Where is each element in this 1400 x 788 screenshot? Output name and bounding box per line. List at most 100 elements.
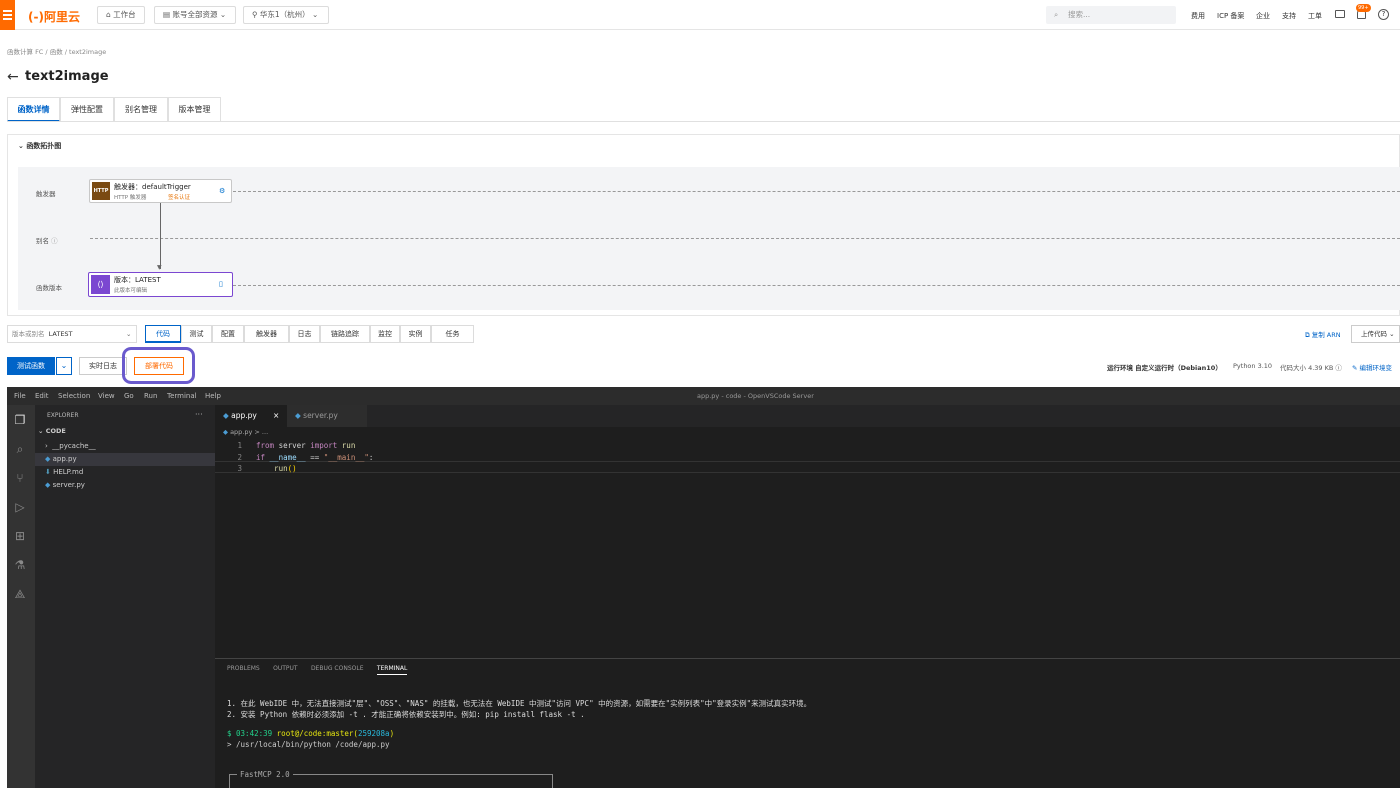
- upload-code-dropdown[interactable]: 上传代码 ⌄: [1351, 325, 1400, 343]
- trigger-row-label: 触发器: [36, 190, 56, 198]
- close-icon[interactable]: ×: [273, 405, 279, 427]
- test-function-button[interactable]: 测试函数: [7, 357, 55, 375]
- files-icon[interactable]: ❐: [13, 413, 27, 427]
- code-size: 代码大小 4.39 KB ⓘ: [1280, 364, 1342, 372]
- panel-tab-output[interactable]: OUTPUT: [273, 665, 297, 672]
- subtab-tracing[interactable]: 链路追踪: [320, 325, 370, 343]
- tab-elastic-config[interactable]: 弹性配置: [60, 97, 114, 122]
- file-help-md[interactable]: ⬇ HELP.md: [45, 468, 83, 476]
- info-icon: ⓘ: [51, 237, 58, 245]
- test-options-dropdown[interactable]: ⌄: [56, 357, 72, 375]
- menu-run[interactable]: Run: [144, 387, 157, 405]
- editor-tab-server-py[interactable]: ◆ server.py: [287, 405, 367, 427]
- realtime-log-button[interactable]: 实时日志: [79, 357, 127, 375]
- breadcrumb-functions[interactable]: 函数: [50, 48, 63, 56]
- billing-link[interactable]: 费用: [1191, 11, 1205, 21]
- subtab-log[interactable]: 日志: [289, 325, 320, 343]
- edit-icon: ✎: [1352, 364, 1360, 372]
- panel-tab-debug-console[interactable]: DEBUG CONSOLE: [311, 665, 364, 672]
- version-alias-select[interactable]: 版本或别名 LATEST ⌄: [7, 325, 137, 343]
- remote-icon[interactable]: ⟁: [13, 587, 27, 601]
- menu-terminal[interactable]: Terminal: [167, 387, 197, 405]
- menu-help[interactable]: Help: [205, 387, 221, 405]
- menu-selection[interactable]: Selection: [58, 387, 90, 405]
- subtab-instance[interactable]: 实例: [400, 325, 431, 343]
- search-icon[interactable]: ⌕: [13, 442, 27, 456]
- support-link[interactable]: 支持: [1282, 11, 1296, 21]
- editor-tab-app-py[interactable]: ◆ app.py ×: [215, 405, 287, 427]
- ide-window-title: app.py - code - OpenVSCode Server: [697, 392, 814, 400]
- file-server-py[interactable]: ◆ server.py: [45, 481, 85, 489]
- file-app-py[interactable]: ◆ app.py: [45, 455, 77, 463]
- hamburger-menu-button[interactable]: [0, 0, 15, 30]
- deploy-code-button[interactable]: 部署代码: [134, 357, 184, 375]
- version-node-title: 版本：LATEST: [114, 276, 161, 284]
- subtab-trigger[interactable]: 触发器: [244, 325, 289, 343]
- tab-alias-management[interactable]: 别名管理: [114, 97, 168, 122]
- panel-divider: [215, 658, 1400, 659]
- arrow-down-icon: ▼: [157, 264, 162, 271]
- breadcrumb-current: text2image: [69, 48, 107, 56]
- chevron-down-icon: ⌄: [1387, 330, 1395, 338]
- alias-row-label: 别名 ⓘ: [36, 237, 58, 245]
- edit-env-link[interactable]: ✎ 编辑环境变: [1352, 362, 1392, 372]
- menu-file[interactable]: File: [14, 387, 26, 405]
- help-icon[interactable]: ?: [1378, 9, 1389, 20]
- chevron-down-icon: ⌄: [217, 10, 227, 19]
- account-resources-dropdown[interactable]: ▤ 账号全部资源 ⌄: [154, 6, 236, 24]
- panel-tab-terminal[interactable]: TERMINAL: [376, 665, 408, 675]
- more-actions-icon[interactable]: ···: [195, 410, 203, 419]
- terminal-icon[interactable]: [1335, 10, 1345, 18]
- run-debug-icon[interactable]: ▷: [13, 500, 27, 514]
- activity-bar: ❐ ⌕ ⑂ ▷ ⊞ ⚗ ⟁: [7, 405, 35, 788]
- notification-badge: 99+: [1356, 4, 1371, 12]
- global-search-input[interactable]: ⌕ 搜索...: [1046, 6, 1176, 24]
- terminal-note-1: 1. 在此 WebIDE 中，无法直接测试"层"、"OSS"、"NAS" 的挂载…: [227, 699, 812, 708]
- explorer-sidebar: EXPLORER ··· ⌄ CODE › __pycache__ ◆ app.…: [35, 405, 215, 788]
- copy-arn-link[interactable]: ⧉ 复制 ARN: [1305, 329, 1341, 340]
- trigger-auth-status: 签名认证: [168, 195, 191, 201]
- document-icon[interactable]: ▯: [219, 280, 223, 288]
- subtab-code[interactable]: 代码: [145, 325, 181, 343]
- current-line-highlight: [215, 461, 1400, 473]
- subtab-test[interactable]: 测试: [181, 325, 212, 343]
- tab-version-management[interactable]: 版本管理: [168, 97, 221, 122]
- editor-breadcrumb: ◆ app.py > ...: [223, 428, 269, 436]
- panel-tab-problems[interactable]: PROBLEMS: [227, 665, 260, 672]
- folder-code[interactable]: ⌄ CODE: [38, 427, 66, 435]
- menu-edit[interactable]: Edit: [35, 387, 49, 405]
- breadcrumb-fc[interactable]: 函数计算 FC: [7, 48, 43, 56]
- runtime-info: 运行环境 自定义运行时（Debian10）: [1107, 364, 1222, 372]
- explorer-title: EXPLORER: [47, 412, 79, 419]
- subtab-config[interactable]: 配置: [212, 325, 244, 343]
- settings-icon[interactable]: ⚙: [219, 187, 225, 195]
- tab-function-details[interactable]: 函数详情: [7, 97, 60, 122]
- region-dropdown[interactable]: ⚲ 华东1（杭州） ⌄: [243, 6, 329, 24]
- source-control-icon[interactable]: ⑂: [13, 471, 27, 485]
- file-pycache[interactable]: › __pycache__: [45, 442, 96, 450]
- menu-go[interactable]: Go: [124, 387, 134, 405]
- code-icon: ⟨⟩: [91, 275, 110, 294]
- fastmcp-banner-title: FastMCP 2.0: [237, 770, 293, 779]
- line-numbers: 1 2 3: [237, 441, 242, 473]
- python-file-icon: ◆: [223, 411, 232, 420]
- breadcrumb: 函数计算 FC / 函数 / text2image: [7, 48, 107, 56]
- subtab-monitor[interactable]: 监控: [370, 325, 400, 343]
- trigger-row-line: [233, 191, 1400, 192]
- back-arrow-icon[interactable]: ←: [7, 69, 19, 85]
- workbench-button[interactable]: ⌂ 工作台: [97, 6, 145, 24]
- aliyun-logo[interactable]: (-)阿里云: [28, 8, 80, 25]
- extensions-icon[interactable]: ⊞: [13, 529, 27, 543]
- menu-view[interactable]: View: [98, 387, 115, 405]
- icp-link[interactable]: ICP 备案: [1217, 11, 1244, 21]
- ticket-link[interactable]: 工单: [1308, 11, 1322, 21]
- chevron-down-icon: ⌄: [309, 10, 319, 19]
- testing-icon[interactable]: ⚗: [13, 558, 27, 572]
- subtab-tasks[interactable]: 任务: [431, 325, 474, 343]
- trigger-node[interactable]: HTTP 触发器：defaultTrigger HTTP 触发器 签名认证 ⚙: [89, 179, 232, 203]
- version-node[interactable]: ⟨⟩ 版本：LATEST 此版本可编辑 ▯: [88, 272, 233, 297]
- topology-section-header[interactable]: ⌄ 函数拓扑图: [18, 141, 61, 151]
- search-icon: ⌕: [1054, 10, 1059, 19]
- enterprise-link[interactable]: 企业: [1256, 11, 1270, 21]
- code-editor[interactable]: from server import run if __name__ == "_…: [256, 440, 373, 475]
